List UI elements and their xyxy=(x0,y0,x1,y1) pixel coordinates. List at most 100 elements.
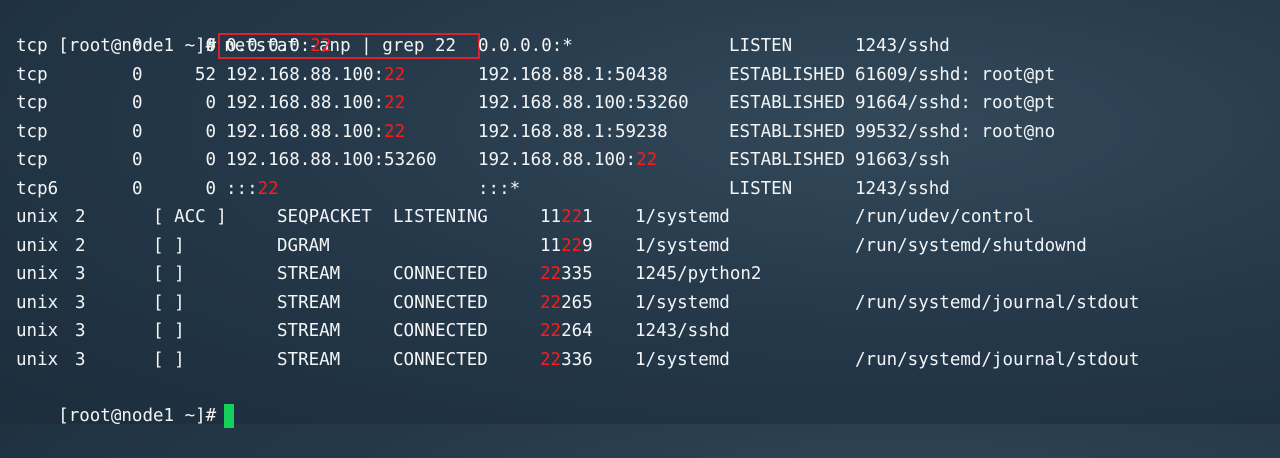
text-before: 192.168.88.100: xyxy=(226,93,385,113)
state: LISTEN xyxy=(729,36,793,56)
i-node: 22335 xyxy=(540,260,593,288)
tcp-row: tcp 0 0 192.168.88.100:53260 192.168.88.100:… xyxy=(0,146,1280,174)
text-after: 1 xyxy=(582,207,593,227)
i-node: 22265 xyxy=(540,289,593,317)
recv-q: 0 xyxy=(132,150,143,170)
text-after: 335 xyxy=(561,264,593,284)
path: /run/systemd/journal/stdout xyxy=(855,292,1140,313)
type: STREAM xyxy=(277,349,341,370)
match-highlight: 22 xyxy=(384,121,406,142)
text-before: 192.168.88.100: xyxy=(226,121,385,142)
proto: tcp6 xyxy=(16,178,59,199)
send-q: 0 xyxy=(205,178,216,199)
state: ESTABLISHED xyxy=(729,150,845,170)
pid-program: 91664/sshd: root@pt xyxy=(855,93,1056,113)
flags: [ ACC ] xyxy=(153,207,227,227)
pid-program: 99532/sshd: root@no xyxy=(855,121,1056,142)
pid-program: 1/systemd xyxy=(635,349,730,370)
text-before: 11 xyxy=(540,235,562,256)
text-cursor xyxy=(224,404,235,428)
match-highlight: 22 xyxy=(257,178,279,199)
unix-row: unix 3 [ ] STREAM CONNECTED 22265 1/systemd/ru… xyxy=(0,289,1280,317)
flags: [ ] xyxy=(153,321,185,341)
match-highlight: 22 xyxy=(561,235,583,256)
local-address: 192.168.88.100:53260 xyxy=(226,146,437,174)
proto: tcp xyxy=(16,64,48,85)
terminal-window[interactable]: [root@node1 ~]# netstat -anp | grep 22 tc… xyxy=(0,0,1280,428)
text-before: 192.168.88.100: xyxy=(226,64,385,85)
pid-program: 1243/sshd xyxy=(635,321,730,341)
match-highlight: 22 xyxy=(540,264,562,284)
pid-program: 1/systemd xyxy=(635,235,730,256)
flags: [ ] xyxy=(153,235,185,256)
proto: unix xyxy=(16,235,59,256)
refcnt: 3 xyxy=(75,264,86,284)
tcp-row: tcp6 0 0:::22:::* LISTEN 1243/sshd xyxy=(0,175,1280,203)
proto: unix xyxy=(16,264,59,284)
send-q: 0 xyxy=(205,93,216,113)
unix-row: unix 3 [ ] STREAM CONNECTED 22336 1/systemd/ru… xyxy=(0,346,1280,374)
match-highlight: 22 xyxy=(636,150,658,170)
match-highlight: 22 xyxy=(540,292,562,313)
text-after: 264 xyxy=(561,321,593,341)
flags: [ ] xyxy=(153,264,185,284)
tcp-row: tcp 0 52 192.168.88.100:22 192.168.88.1:5043… xyxy=(0,61,1280,89)
state: LISTENING xyxy=(393,207,488,227)
send-q: 52 xyxy=(194,64,216,85)
proto: tcp xyxy=(16,93,48,113)
proto: unix xyxy=(16,292,59,313)
send-q: 0 xyxy=(205,121,216,142)
refcnt: 2 xyxy=(75,235,86,256)
unix-row: unix 2 [ ACC ] SEQPACKET LISTENING 11221 1/sys… xyxy=(0,203,1280,231)
unix-row: unix 3 [ ] STREAM CONNECTED 22335 1245/python2 xyxy=(0,260,1280,288)
proto: tcp xyxy=(16,150,48,170)
recv-q: 0 xyxy=(132,178,143,199)
text-after: 9 xyxy=(582,235,593,256)
final-prompt-line[interactable]: [root@node1 ~]# xyxy=(16,374,235,428)
pid-program: 1243/sshd xyxy=(855,36,950,56)
recv-q: 0 xyxy=(132,64,143,85)
local-address: 192.168.88.100:22 xyxy=(226,118,405,146)
text-before: 0.0.0.0: xyxy=(226,36,311,56)
text-before: 192.168.88.100:53260 xyxy=(478,93,689,113)
i-node: 11221 xyxy=(540,203,593,231)
send-q: 0 xyxy=(205,36,216,56)
tcp-row: tcp 0 0 192.168.88.100:22 192.168.88.1:59238… xyxy=(0,118,1280,146)
foreign-address: 0.0.0.0:* xyxy=(478,32,573,60)
unix-row: unix 2 [ ] DGRAM 11229 1/systemd/run/systemd/… xyxy=(0,232,1280,260)
flags: [ ] xyxy=(153,349,185,370)
shell-prompt: [root@node1 ~]# xyxy=(58,406,217,426)
state: CONNECTED xyxy=(393,264,488,284)
text-after: 265 xyxy=(561,292,593,313)
state: ESTABLISHED xyxy=(729,93,845,113)
pid-program: 1/systemd xyxy=(635,292,730,313)
proto: unix xyxy=(16,349,59,370)
type: DGRAM xyxy=(277,235,330,256)
refcnt: 3 xyxy=(75,349,86,370)
text-before: 192.168.88.1:50438 xyxy=(478,64,668,85)
match-highlight: 22 xyxy=(561,207,583,227)
state: LISTEN xyxy=(729,178,793,199)
state: CONNECTED xyxy=(393,321,488,341)
command-line: [root@node1 ~]# netstat -anp | grep 22 xyxy=(16,4,480,59)
path: /run/systemd/journal/stdout xyxy=(855,349,1140,370)
text-after: 336 xyxy=(561,349,593,370)
foreign-address: 192.168.88.1:59238 xyxy=(478,118,668,146)
match-highlight: 22 xyxy=(384,64,406,85)
type: STREAM xyxy=(277,292,341,313)
foreign-address: :::* xyxy=(478,175,520,203)
pid-program: 1245/python2 xyxy=(635,264,762,284)
recv-q: 0 xyxy=(132,93,143,113)
refcnt: 2 xyxy=(75,207,86,227)
foreign-address: 192.168.88.100:22 xyxy=(478,146,657,174)
type: STREAM xyxy=(277,321,341,341)
flags: [ ] xyxy=(153,292,185,313)
match-highlight: 22 xyxy=(310,36,332,56)
path: /run/systemd/shutdownd xyxy=(855,235,1087,256)
proto: tcp xyxy=(16,36,48,56)
match-highlight: 22 xyxy=(540,321,562,341)
local-address: 0.0.0.0:22 xyxy=(226,32,331,60)
pid-program: 91663/ssh xyxy=(855,150,950,170)
text-before: ::: xyxy=(226,178,258,199)
pid-program: 1/systemd xyxy=(635,207,730,227)
